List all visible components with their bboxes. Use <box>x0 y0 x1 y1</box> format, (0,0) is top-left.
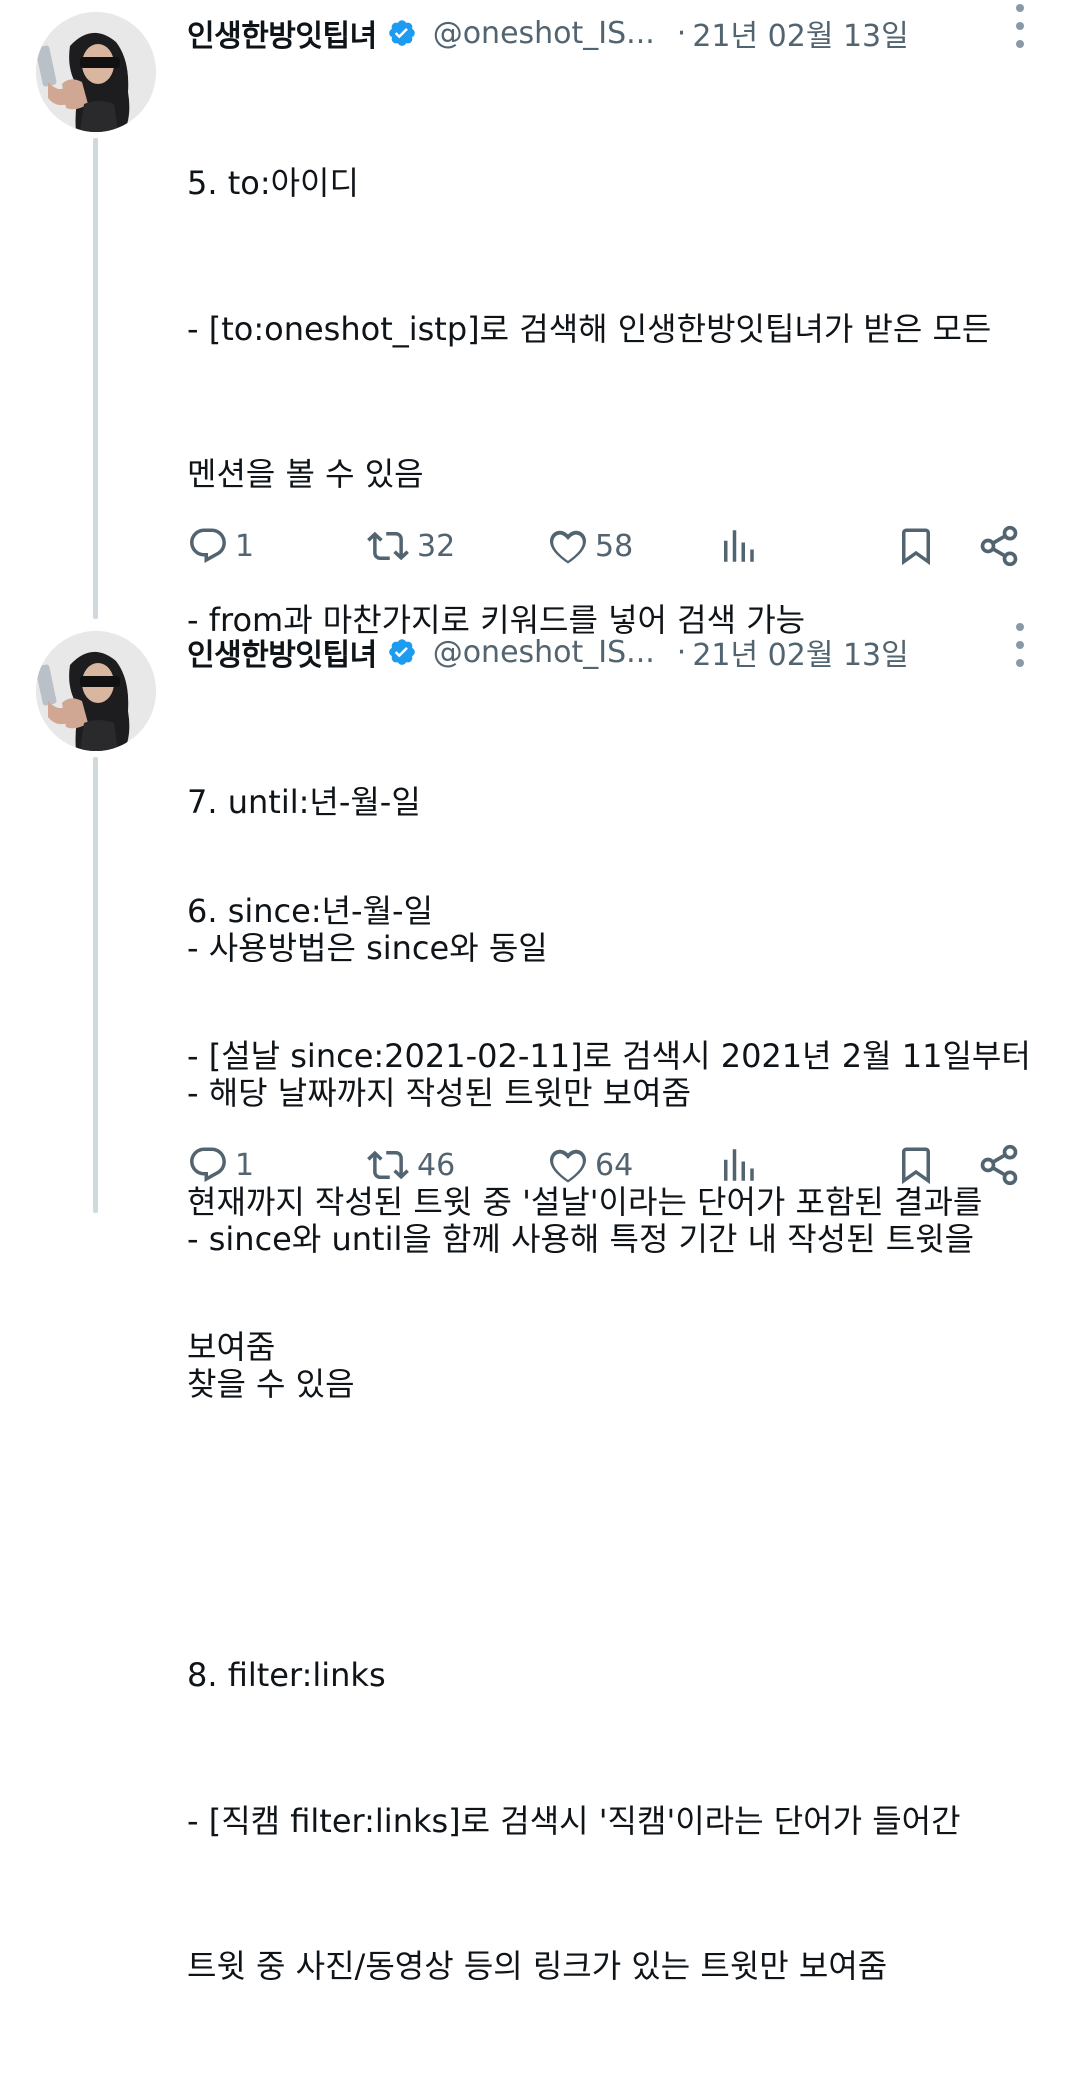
tweet-text-line: - 사용방법은 since와 동일 <box>187 928 548 967</box>
tweet-text-line: - [직캠 filter:links]로 검색시 '직캠'이라는 단어가 들어간 <box>187 1801 961 1840</box>
tweet-text-line: - 해당 날짜까지 작성된 트윗만 보여줌 <box>187 1074 692 1112</box>
tweet-text: 7. until:년-월-일 - 사용방법은 since와 동일 - 해당 날짜… <box>187 681 1047 2088</box>
bookmark-button[interactable] <box>895 1135 937 1195</box>
tweet-date[interactable]: 21년 02월 13일 <box>692 630 908 674</box>
like-count: 58 <box>595 528 634 564</box>
tweet-text-line: 멘션을 볼 수 있음 <box>187 455 424 493</box>
like-count: 64 <box>595 1147 634 1183</box>
retweet-icon <box>367 531 409 561</box>
share-button[interactable] <box>977 1135 1021 1195</box>
like-button[interactable]: 58 <box>547 516 633 576</box>
bookmark-icon <box>902 528 930 566</box>
separator: · <box>676 634 687 670</box>
reply-count: 1 <box>235 528 255 564</box>
tweet-header: 인생한방잇팁녀 @oneshot_IS... · 21년 02월 13일 <box>187 10 1060 56</box>
tweet-date[interactable]: 21년 02월 13일 <box>692 11 908 55</box>
reply-count: 1 <box>235 1147 255 1183</box>
author-name[interactable]: 인생한방잇팁녀 <box>187 630 377 674</box>
author-name[interactable]: 인생한방잇팁녀 <box>187 11 377 55</box>
tweet[interactable]: 인생한방잇팁녀 @oneshot_IS... · 21년 02월 13일 7. … <box>0 619 1080 1985</box>
more-vertical-icon[interactable] <box>1002 4 1038 48</box>
share-button[interactable] <box>977 516 1021 576</box>
separator: · <box>676 15 687 51</box>
views-button[interactable] <box>717 516 759 576</box>
verified-badge-icon <box>387 637 417 667</box>
author-handle[interactable]: @oneshot_IS... <box>433 635 655 670</box>
tweet-text-line: 8. filter:links <box>187 1656 386 1694</box>
tweet-text-line: 7. until:년-월-일 <box>187 783 421 821</box>
heart-icon <box>550 1149 586 1183</box>
bookmark-button[interactable] <box>895 516 937 576</box>
views-chart-icon <box>724 1149 754 1181</box>
tweet-actions: 1 32 58 <box>187 516 1040 576</box>
tweet[interactable]: 인생한방잇팁녀 @oneshot_IS... · 21년 02월 13일 5. … <box>0 0 1080 1366</box>
tweet-text-line: 5. to:아이디 <box>187 164 359 202</box>
reply-icon <box>190 528 226 563</box>
thread-connector-line <box>93 757 98 1213</box>
share-icon <box>980 1144 1018 1186</box>
like-button[interactable]: 64 <box>547 1135 633 1195</box>
reply-button[interactable]: 1 <box>187 1135 254 1195</box>
retweet-count: 32 <box>417 528 456 564</box>
reply-icon <box>190 1147 226 1182</box>
more-vertical-icon[interactable] <box>1002 623 1038 667</box>
reply-button[interactable]: 1 <box>187 516 254 576</box>
tweet-text-line: - since와 until을 함께 사용해 특정 기간 내 작성된 트윗을 <box>187 1219 975 1258</box>
heart-icon <box>550 530 586 564</box>
views-button[interactable] <box>717 1135 759 1195</box>
tweet-actions: 1 46 64 <box>187 1135 1040 1195</box>
verified-badge-icon <box>387 18 417 48</box>
retweet-button[interactable]: 46 <box>365 1135 455 1195</box>
tweet-text-line: 트윗 중 사진/동영상 등의 링크가 있는 트윗만 보여줌 <box>187 1947 888 1985</box>
author-handle[interactable]: @oneshot_IS... <box>433 16 655 51</box>
retweet-button[interactable]: 32 <box>365 516 455 576</box>
avatar[interactable] <box>36 12 156 132</box>
bookmark-icon <box>902 1147 930 1185</box>
thread-connector-line <box>93 138 98 619</box>
avatar[interactable] <box>36 631 156 751</box>
tweet-header: 인생한방잇팁녀 @oneshot_IS... · 21년 02월 13일 <box>187 629 1060 675</box>
share-icon <box>980 525 1018 567</box>
tweet-text-line <box>187 1506 1047 1555</box>
tweet-text-line: - [to:oneshot_istp]로 검색해 인생한방잇팁녀가 받은 모든 <box>187 309 992 348</box>
retweet-icon <box>367 1150 409 1180</box>
tweet-text-line: 찾을 수 있음 <box>187 1365 355 1403</box>
views-chart-icon <box>724 530 754 562</box>
retweet-count: 46 <box>417 1147 456 1183</box>
